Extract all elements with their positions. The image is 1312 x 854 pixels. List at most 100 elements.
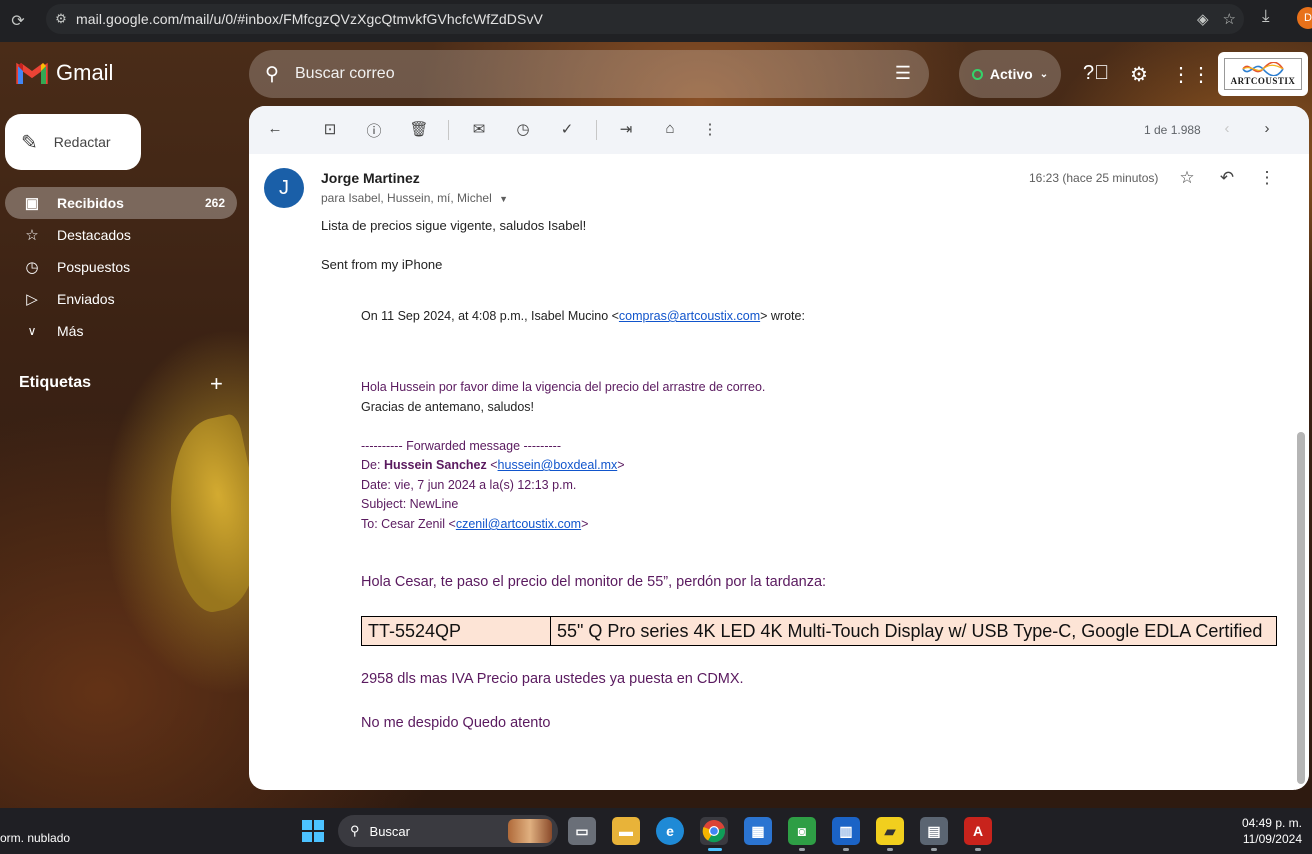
- newer-chevron-icon[interactable]: ‹: [1216, 120, 1238, 142]
- older-chevron-icon[interactable]: ›: [1256, 120, 1278, 142]
- search-icon: ⚲: [350, 823, 360, 838]
- forwarded-from: De: Hussein Sanchez <hussein@boxdeal.mx>: [361, 458, 625, 472]
- forwarded-to: To: Cesar Zenil <czenil@artcoustix.com>: [361, 517, 588, 531]
- brand-logo-frame: ARTCOUSTIX: [1224, 58, 1302, 90]
- message-toolbar: ← ⊡ ⓘ 🗑 ✉ ◷ ✓ ⇥ ⌂ ⋮ 1 de 1.988 ‹ ›: [249, 106, 1309, 154]
- help-icon[interactable]: ?⃝: [1083, 62, 1109, 85]
- profile-avatar[interactable]: D: [1297, 7, 1312, 29]
- sidebar-item-snoozed[interactable]: ◷ Pospuestos: [5, 251, 237, 283]
- closing-text: No me despido Quedo atento: [361, 715, 551, 731]
- more-vert-icon[interactable]: ⋮: [1256, 168, 1278, 188]
- table-cell-description: 55" Q Pro series 4K LED 4K Multi-Touch D…: [557, 621, 1263, 641]
- status-dot-icon: [971, 68, 983, 80]
- search-bar[interactable]: ⚲ ☰: [249, 50, 929, 98]
- add-label-icon[interactable]: +: [210, 371, 223, 397]
- from-label: De:: [361, 458, 384, 472]
- search-input[interactable]: [295, 65, 855, 83]
- system-clock[interactable]: 04:49 p. m. 11/09/2024: [1242, 815, 1302, 847]
- sidebar-item-label: Pospuestos: [57, 259, 131, 275]
- mark-unread-icon[interactable]: ✉: [468, 120, 490, 142]
- gmail-logo[interactable]: Gmail: [16, 60, 113, 86]
- add-task-icon[interactable]: ✓: [556, 120, 578, 142]
- windows-start-icon[interactable]: [302, 820, 324, 842]
- reply-icon[interactable]: ↶: [1216, 168, 1238, 188]
- message-panel: ← ⊡ ⓘ 🗑 ✉ ◷ ✓ ⇥ ⌂ ⋮ 1 de 1.988 ‹ › J Jor…: [249, 106, 1309, 790]
- status-selector[interactable]: Activo ⌄: [959, 50, 1061, 98]
- sticky-notes-icon[interactable]: ▰: [876, 817, 904, 845]
- from-post: >: [617, 458, 625, 472]
- sidebar-item-sent[interactable]: ▷ Enviados: [5, 283, 237, 315]
- settings-gear-icon[interactable]: ⚙: [1127, 62, 1151, 87]
- taskbar-search-label: Buscar: [369, 823, 410, 839]
- gmail-wordmark: Gmail: [56, 60, 114, 85]
- to-email-link[interactable]: czenil@artcoustix.com: [456, 517, 581, 531]
- table-cell-model: TT-5524QP: [362, 617, 551, 645]
- scrollbar-thumb[interactable]: [1297, 432, 1305, 784]
- back-arrow-icon[interactable]: ←: [264, 120, 286, 142]
- pencil-icon: ✎: [21, 131, 38, 154]
- chrome-browser-icon[interactable]: [700, 817, 728, 845]
- acrobat-reader-icon[interactable]: A: [964, 817, 992, 845]
- sidebar-item-label: Destacados: [57, 227, 131, 243]
- clock-time: 04:49 p. m.: [1241, 816, 1302, 830]
- chevron-down-icon: ⌄: [1039, 68, 1049, 80]
- address-bar[interactable]: ⚙ mail.google.com/mail/u/0/#inbox/FMfcgz…: [46, 4, 1244, 34]
- chat-app-icon[interactable]: ◙: [788, 817, 816, 845]
- app-indicator: [843, 848, 849, 851]
- account-brand-logo[interactable]: ARTCOUSTIX: [1218, 52, 1308, 96]
- forwarded-date: Date: vie, 7 jun 2024 a la(s) 12:13 p.m.: [361, 478, 577, 492]
- bookmark-star-icon[interactable]: ☆: [1223, 10, 1236, 28]
- labels-heading: Etiquetas: [19, 374, 92, 391]
- from-pre: <: [486, 458, 498, 472]
- active-app-indicator: [708, 848, 722, 851]
- gmail-m-icon: [16, 62, 48, 84]
- quote-email-link[interactable]: compras@artcoustix.com: [619, 309, 760, 323]
- file-explorer-icon[interactable]: ▬: [612, 817, 640, 845]
- star-icon: ☆: [25, 227, 39, 244]
- recipients-line[interactable]: para Isabel, Hussein, mí, Michel ▼: [321, 191, 508, 205]
- trello-icon[interactable]: ▥: [832, 817, 860, 845]
- greeting-text: Hola Cesar, te paso el precio del monito…: [361, 574, 827, 590]
- install-app-icon[interactable]: ◈: [1197, 10, 1209, 28]
- quote-intro-post: > wrote:: [760, 309, 805, 323]
- compose-button[interactable]: ✎ Redactar: [5, 114, 141, 170]
- download-icon[interactable]: ⤓: [1262, 6, 1270, 26]
- more-vert-icon[interactable]: ⋮: [699, 120, 721, 142]
- pagination-text: 1 de 1.988: [1144, 123, 1201, 137]
- snooze-icon[interactable]: ◷: [512, 120, 534, 142]
- clock-date: 11/09/2024: [1242, 832, 1302, 846]
- sidebar-item-starred[interactable]: ☆ Destacados: [5, 219, 237, 251]
- app-indicator: [931, 848, 937, 851]
- star-icon[interactable]: ☆: [1176, 168, 1198, 188]
- archive-icon[interactable]: ⊡: [319, 120, 341, 142]
- delete-icon[interactable]: 🗑: [408, 120, 430, 142]
- taskbar-search[interactable]: ⚲ Buscar: [338, 815, 558, 847]
- quoted-line: Hola Hussein por favor dime la vigencia …: [361, 380, 766, 394]
- edge-browser-icon[interactable]: e: [656, 817, 684, 845]
- report-spam-icon[interactable]: ⓘ: [363, 120, 385, 142]
- microsoft-store-icon[interactable]: ▦: [744, 817, 772, 845]
- quote-intro: On 11 Sep 2024, at 4:08 p.m., Isabel Muc…: [361, 309, 805, 323]
- site-settings-icon[interactable]: ⚙: [46, 11, 76, 27]
- from-email-link[interactable]: hussein@boxdeal.mx: [498, 458, 618, 472]
- weather-widget[interactable]: orm. nublado: [0, 831, 70, 845]
- price-table: TT-5524QP 55" Q Pro series 4K LED 4K Mul…: [361, 616, 1277, 646]
- move-to-icon[interactable]: ⇥: [615, 120, 637, 142]
- app-indicator: [799, 848, 805, 851]
- body-text: Lista de precios sigue vigente, saludos …: [321, 218, 587, 233]
- sidebar-item-more[interactable]: ∨ Más: [5, 315, 237, 347]
- sender-avatar[interactable]: J: [264, 168, 304, 208]
- calculator-icon[interactable]: ▤: [920, 817, 948, 845]
- caret-down-icon[interactable]: ▼: [499, 194, 508, 204]
- apps-grid-icon[interactable]: ⋮⋮: [1171, 62, 1211, 87]
- search-icon[interactable]: ⚲: [249, 63, 295, 86]
- search-options-icon[interactable]: ☰: [895, 63, 911, 84]
- sender-name[interactable]: Jorge Martinez: [321, 170, 420, 186]
- label-icon[interactable]: ⌂: [659, 120, 681, 142]
- reload-icon[interactable]: ⟳: [0, 11, 36, 31]
- sidebar-item-inbox[interactable]: ▣ Recibidos 262: [5, 187, 237, 219]
- brand-name: ARTCOUSTIX: [1230, 76, 1296, 86]
- sidebar-item-label: Recibidos: [57, 195, 124, 211]
- task-view-icon[interactable]: ▭: [568, 817, 596, 845]
- app-indicator: [975, 848, 981, 851]
